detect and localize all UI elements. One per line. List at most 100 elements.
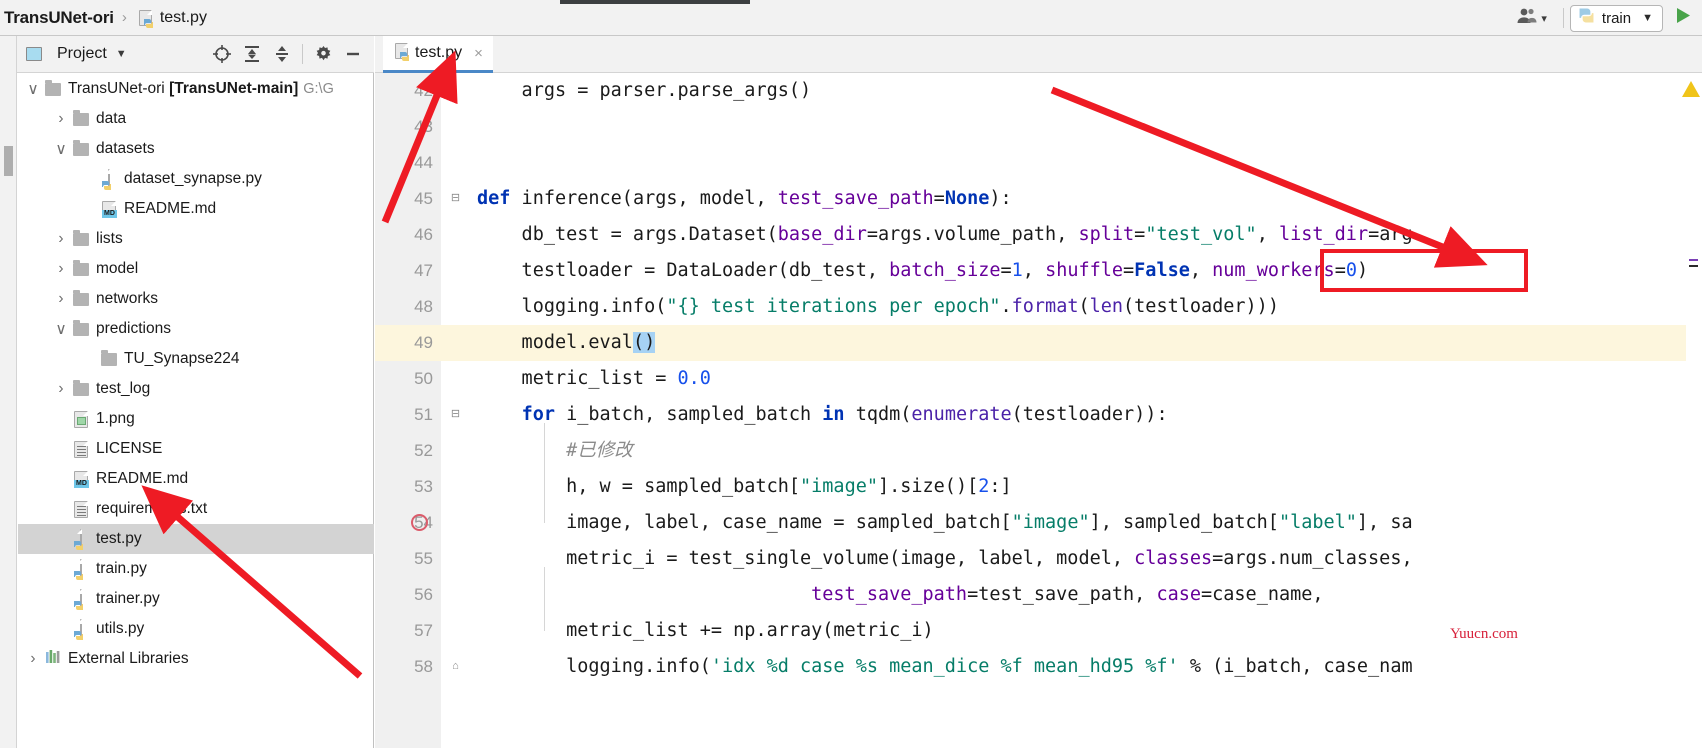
tree-item-external-libraries[interactable]: › External Libraries [18,644,374,674]
tree-item-train-py[interactable]: train.py [18,554,374,584]
settings-gear-icon[interactable] [308,39,338,69]
code-line-46[interactable]: 46 db_test = args.Dataset(base_dir=args.… [375,217,1702,253]
code-line-43[interactable]: 43 [375,109,1702,145]
tree-item-lists[interactable]: › lists [18,224,374,254]
tree-item-license[interactable]: LICENSE [18,434,374,464]
line-number-56: 56 [414,585,433,604]
python-file-icon [74,589,83,610]
breadcrumb-project[interactable]: TransUNet-ori [4,8,114,28]
code-line-50[interactable]: 50 metric_list = 0.0 [375,361,1702,397]
tree-item-label: trainer.py [96,590,160,607]
toolbar-divider [302,44,303,64]
code-line-48[interactable]: 48 logging.info("{} test iterations per … [375,289,1702,325]
code-line-text: test_save_path=test_save_path, case=case… [811,584,1324,605]
code-fold-marker-45[interactable]: ⊟ [449,193,462,206]
tree-item-test-py[interactable]: test.py [18,524,374,554]
tree-item-utils-py[interactable]: utils.py [18,614,374,644]
python-logo-icon [143,16,154,28]
python-file-icon [74,529,83,550]
code-line-44[interactable]: 44 [375,145,1702,181]
line-number-50: 50 [414,369,433,388]
code-line-42[interactable]: 42 args = parser.parse_args() [375,73,1702,109]
project-file-tree[interactable]: ∨ TransUNet-ori [TransUNet-main] G:\G › data… [18,74,374,674]
editor-right-rail[interactable] [1682,73,1702,748]
run-button[interactable] [1669,6,1702,30]
tree-item-readme-md[interactable]: MD README.md [18,464,374,494]
code-fold-marker-51[interactable]: ⊟ [449,409,462,422]
project-panel-header: Project ▼ [17,36,374,73]
tree-item-label: datasets [96,140,155,157]
code-line-56[interactable]: 56 test_save_path=test_save_path, case=c… [375,577,1702,613]
editor-tab-test-py[interactable]: test.py × [383,36,493,73]
folder-icon [101,349,117,366]
user-accounts-button[interactable]: ▾ [1506,7,1557,29]
indent-guide [544,423,545,523]
python-logo-icon [73,628,84,640]
image-file-icon [74,410,88,428]
line-number-57: 57 [414,621,433,640]
chevron-down-icon[interactable]: ▼ [116,48,127,60]
rail-marker [1689,265,1698,267]
toolbar-divider [1562,8,1564,28]
tree-item-label: 1.png [96,410,135,427]
tree-item-predictions[interactable]: ∨ predictions [18,314,374,344]
python-logo-icon [101,178,112,190]
tree-item-label: dataset_synapse.py [124,170,262,187]
tree-twisty-icon[interactable]: › [52,110,70,128]
python-file-icon [102,169,111,190]
breadcrumb: TransUNet-ori › test.py [0,0,207,36]
tree-twisty-icon[interactable]: ∨ [24,80,42,99]
locate-icon[interactable] [207,39,237,69]
code-line-58[interactable]: 58 logging.info('idx %d case %s mean_dic… [375,649,1702,685]
tree-item-readme-md[interactable]: MD README.md [18,194,374,224]
code-text-area[interactable]: 42 args = parser.parse_args() 43 44 45 def i… [375,73,1702,748]
markdown-file-icon: MD [74,470,89,488]
folder-icon [73,109,89,126]
tree-item-data[interactable]: › data [18,104,374,134]
tree-item-label: utils.py [96,620,145,637]
hide-window-icon[interactable] [338,39,368,69]
tree-item-networks[interactable]: › networks [18,284,374,314]
code-line-47[interactable]: 47 testloader = DataLoader(db_test, batc… [375,253,1702,289]
breakpoint-marker[interactable] [411,514,428,531]
tree-item-tu-synapse224[interactable]: TU_Synapse224 [18,344,374,374]
project-window-icon [23,47,45,61]
tree-item-dataset-synapse-py[interactable]: dataset_synapse.py [18,164,374,194]
code-line-55[interactable]: 55 metric_i = test_single_volume(image, … [375,541,1702,577]
run-configuration-selector[interactable]: train ▼ [1569,4,1663,32]
collapse-all-icon[interactable] [267,39,297,69]
tree-twisty-icon[interactable]: › [52,380,70,398]
expand-all-icon[interactable] [237,39,267,69]
code-line-51[interactable]: 51 for i_batch, sampled_batch in tqdm(en… [375,397,1702,433]
code-line-54[interactable]: 54 image, label, case_name = sampled_bat… [375,505,1702,541]
code-line-49[interactable]: 49 model.eval() [375,325,1702,361]
tree-twisty-icon[interactable]: › [52,260,70,278]
tree-twisty-icon[interactable]: › [52,230,70,248]
code-line-45[interactable]: 45 def inference(args, model, test_save_p… [375,181,1702,217]
tree-item-label: predictions [96,320,171,337]
rail-marker [1689,259,1698,261]
line-number-52: 52 [414,441,433,460]
tree-item-model[interactable]: › model [18,254,374,284]
tree-item-test-log[interactable]: › test_log [18,374,374,404]
code-fold-marker-58[interactable]: ⌂ [449,661,462,674]
tree-twisty-icon[interactable]: › [52,290,70,308]
python-logo-icon [73,568,84,580]
tree-item-1-png[interactable]: 1.png [18,404,374,434]
code-line-52[interactable]: 52 #已修改 [375,433,1702,469]
tree-twisty-icon[interactable]: ∨ [52,140,70,159]
tree-twisty-icon[interactable]: › [24,650,42,668]
warning-triangle-icon[interactable] [1682,81,1700,97]
tree-item-requirements-txt[interactable]: requirements.txt [18,494,374,524]
folder-icon [73,319,89,336]
tree-item-datasets[interactable]: ∨ datasets [18,134,374,164]
line-number-43: 43 [414,117,433,136]
tree-twisty-icon[interactable]: ∨ [52,320,70,339]
toolbar-right: ▾ train ▼ [1506,0,1702,36]
close-icon[interactable]: × [474,45,483,62]
tree-item-trainer-py[interactable]: trainer.py [18,584,374,614]
tree-item-transunet-ori[interactable]: ∨ TransUNet-ori [TransUNet-main] G:\G [18,74,374,104]
breadcrumb-file[interactable]: test.py [160,9,207,27]
watermark: Yuucn.com [1450,626,1518,642]
code-line-53[interactable]: 53 h, w = sampled_batch["image"].size()[… [375,469,1702,505]
